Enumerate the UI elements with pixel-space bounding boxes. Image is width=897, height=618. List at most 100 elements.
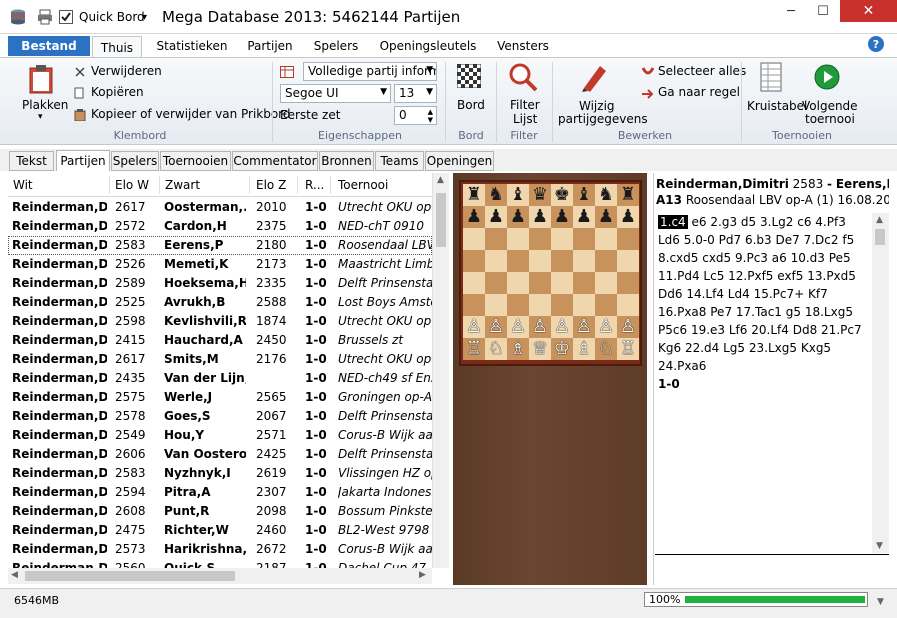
- black-piece[interactable]: ♟: [507, 206, 529, 228]
- subtab-bronnen[interactable]: Bronnen: [319, 151, 374, 171]
- move[interactable]: 23.Lxg5: [749, 341, 797, 355]
- resize-grip-icon[interactable]: ▼: [877, 597, 884, 607]
- maximize-button[interactable]: ☐: [808, 0, 838, 22]
- move[interactable]: c6: [797, 215, 811, 229]
- help-icon[interactable]: ?: [868, 36, 884, 52]
- tab-spelers[interactable]: Spelers: [308, 36, 364, 56]
- black-piece[interactable]: ♝: [507, 184, 529, 206]
- move[interactable]: Ld4: [728, 287, 750, 301]
- move[interactable]: Pe5: [829, 251, 851, 265]
- move[interactable]: Kf7: [808, 287, 828, 301]
- white-piece[interactable]: ♙: [507, 316, 529, 338]
- games-table-horizontal-scrollbar[interactable]: ◀ ▶: [8, 568, 432, 584]
- select-all-button[interactable]: Selecteer alles: [658, 64, 746, 78]
- board-square[interactable]: [463, 250, 485, 272]
- subtab-spelers[interactable]: Spelers: [111, 151, 159, 171]
- black-piece[interactable]: ♟: [529, 206, 551, 228]
- move[interactable]: 11.Pd4: [658, 269, 700, 283]
- tab-statistieken[interactable]: Statistieken: [152, 36, 232, 56]
- board-square[interactable]: [595, 272, 617, 294]
- table-row[interactable]: Reinderman,D 2606 Van Oostero.. 2425 1-0 Delf…: [8, 445, 432, 464]
- close-button[interactable]: ✕: [840, 0, 897, 22]
- board-square[interactable]: [595, 294, 617, 316]
- subtab-openingen[interactable]: Openingen: [425, 151, 494, 171]
- table-row[interactable]: Reinderman,D 2589 Hoeksema,H 2335 1-0 Delft P…: [8, 274, 432, 293]
- board-square[interactable]: [485, 272, 507, 294]
- pen-icon[interactable]: [580, 62, 608, 95]
- board-icon[interactable]: [456, 63, 482, 91]
- black-piece[interactable]: ♟: [595, 206, 617, 228]
- board-square[interactable]: [463, 272, 485, 294]
- move[interactable]: Dd6: [658, 287, 683, 301]
- move[interactable]: e6: [692, 215, 707, 229]
- white-piece[interactable]: ♗: [573, 338, 595, 360]
- scrollbar-thumb[interactable]: [875, 229, 885, 245]
- table-row[interactable]: Reinderman,D 2435 Van der Lijn,.. 1-0 NED-ch…: [8, 369, 432, 388]
- column-header-tournament[interactable]: Toernooi: [338, 178, 388, 192]
- white-piece[interactable]: ♕: [529, 338, 551, 360]
- black-piece[interactable]: ♜: [617, 184, 639, 206]
- board-square[interactable]: [573, 272, 595, 294]
- white-piece[interactable]: ♙: [463, 316, 485, 338]
- table-row[interactable]: Reinderman,D 2525 Avrukh,B 2588 1-0 Lost Boys…: [8, 293, 432, 312]
- board-square[interactable]: [617, 294, 639, 316]
- move[interactable]: De7: [776, 233, 800, 247]
- move[interactable]: Lc5: [703, 269, 724, 283]
- board-square[interactable]: [595, 250, 617, 272]
- table-row[interactable]: Reinderman,D 2475 Richter,W 2460 1-0 BL2-West…: [8, 521, 432, 540]
- move[interactable]: Lf6: [729, 323, 748, 337]
- database-icon[interactable]: [9, 7, 27, 27]
- move[interactable]: 4.Pf3: [815, 215, 846, 229]
- tab-bestand[interactable]: Bestand: [8, 36, 90, 56]
- black-piece[interactable]: ♛: [529, 184, 551, 206]
- white-piece[interactable]: ♙: [617, 316, 639, 338]
- move[interactable]: 19.e3: [691, 323, 725, 337]
- paste-button[interactable]: Plakken: [22, 98, 68, 112]
- board-square[interactable]: [573, 228, 595, 250]
- move[interactable]: 14.Lf4: [686, 287, 724, 301]
- scroll-up-icon[interactable]: ▲: [437, 175, 444, 185]
- move[interactable]: Lg5: [723, 341, 745, 355]
- table-row[interactable]: Reinderman,D 2594 Pitra,A 2307 1-0 Jakarta In…: [8, 483, 432, 502]
- move[interactable]: 24.Pxa6: [658, 359, 706, 373]
- chess-board[interactable]: ♜ ♞ ♝ ♛ ♚ ♝ ♞ ♜ ♟ ♟ ♟ ♟ ♟ ♟ ♟ ♟ ♙ ♙ ♙ ♙ ♙ ♙ ♙ ♙ ♖ ♘ ♗ ♕ ♔ ♗ ♘ ♖: [463, 184, 639, 360]
- board-square[interactable]: [573, 294, 595, 316]
- subtab-partijen[interactable]: Partijen: [56, 150, 110, 171]
- column-header-elo-white[interactable]: Elo W: [115, 178, 149, 192]
- table-row[interactable]: Reinderman,D 2575 Werle,J 2565 1-0 Groningen …: [8, 388, 432, 407]
- tab-vensters[interactable]: Vensters: [492, 36, 554, 56]
- table-row[interactable]: Reinderman,D 2583 Nyzhnyk,I 2619 1-0 Vlissing…: [8, 464, 432, 483]
- column-divider[interactable]: [297, 176, 298, 194]
- black-piece[interactable]: ♝: [573, 184, 595, 206]
- black-piece[interactable]: ♞: [485, 184, 507, 206]
- table-row[interactable]: Reinderman,D 2549 Hou,Y 2571 1-0 Corus-B Wijk…: [8, 426, 432, 445]
- move[interactable]: 10.d3: [791, 251, 825, 265]
- scroll-right-icon[interactable]: ▶: [419, 570, 426, 580]
- board-square[interactable]: [529, 250, 551, 272]
- table-row[interactable]: Reinderman,D 2578 Goes,S 2067 1-0 Delft Prins…: [8, 407, 432, 426]
- subtab-commentator[interactable]: Commentator: [232, 151, 318, 171]
- board-square[interactable]: [529, 272, 551, 294]
- move[interactable]: 6.b3: [745, 233, 772, 247]
- black-piece[interactable]: ♞: [595, 184, 617, 206]
- move[interactable]: exf5: [777, 269, 803, 283]
- move[interactable]: P5c6: [658, 323, 687, 337]
- move[interactable]: 22.d4: [685, 341, 719, 355]
- table-row[interactable]: Reinderman,D 2617 Oosterman,.. 2010 1-0 Utrec…: [8, 198, 432, 217]
- move[interactable]: 5.0-0: [684, 233, 715, 247]
- board-square[interactable]: [595, 228, 617, 250]
- crosstable-icon[interactable]: [760, 62, 782, 95]
- move[interactable]: 13.Pxd5: [807, 269, 856, 283]
- black-piece[interactable]: ♟: [617, 206, 639, 228]
- board-square[interactable]: [507, 250, 529, 272]
- white-piece[interactable]: ♙: [485, 316, 507, 338]
- table-row[interactable]: Reinderman,D 2560 Quick,S 2187 1-0 Dachel Cup…: [8, 559, 432, 568]
- quick-board-checkbox[interactable]: [59, 7, 73, 27]
- board-square[interactable]: [551, 294, 573, 316]
- move[interactable]: 8.cxd5: [658, 251, 698, 265]
- first-move-stepper[interactable]: 0 ▲ ▼: [394, 106, 437, 125]
- copy-button[interactable]: Kopiëren: [91, 85, 144, 99]
- white-piece[interactable]: ♘: [595, 338, 617, 360]
- subtab-toernooien[interactable]: Toernooien: [160, 151, 231, 171]
- move[interactable]: 20.Lf4: [751, 323, 789, 337]
